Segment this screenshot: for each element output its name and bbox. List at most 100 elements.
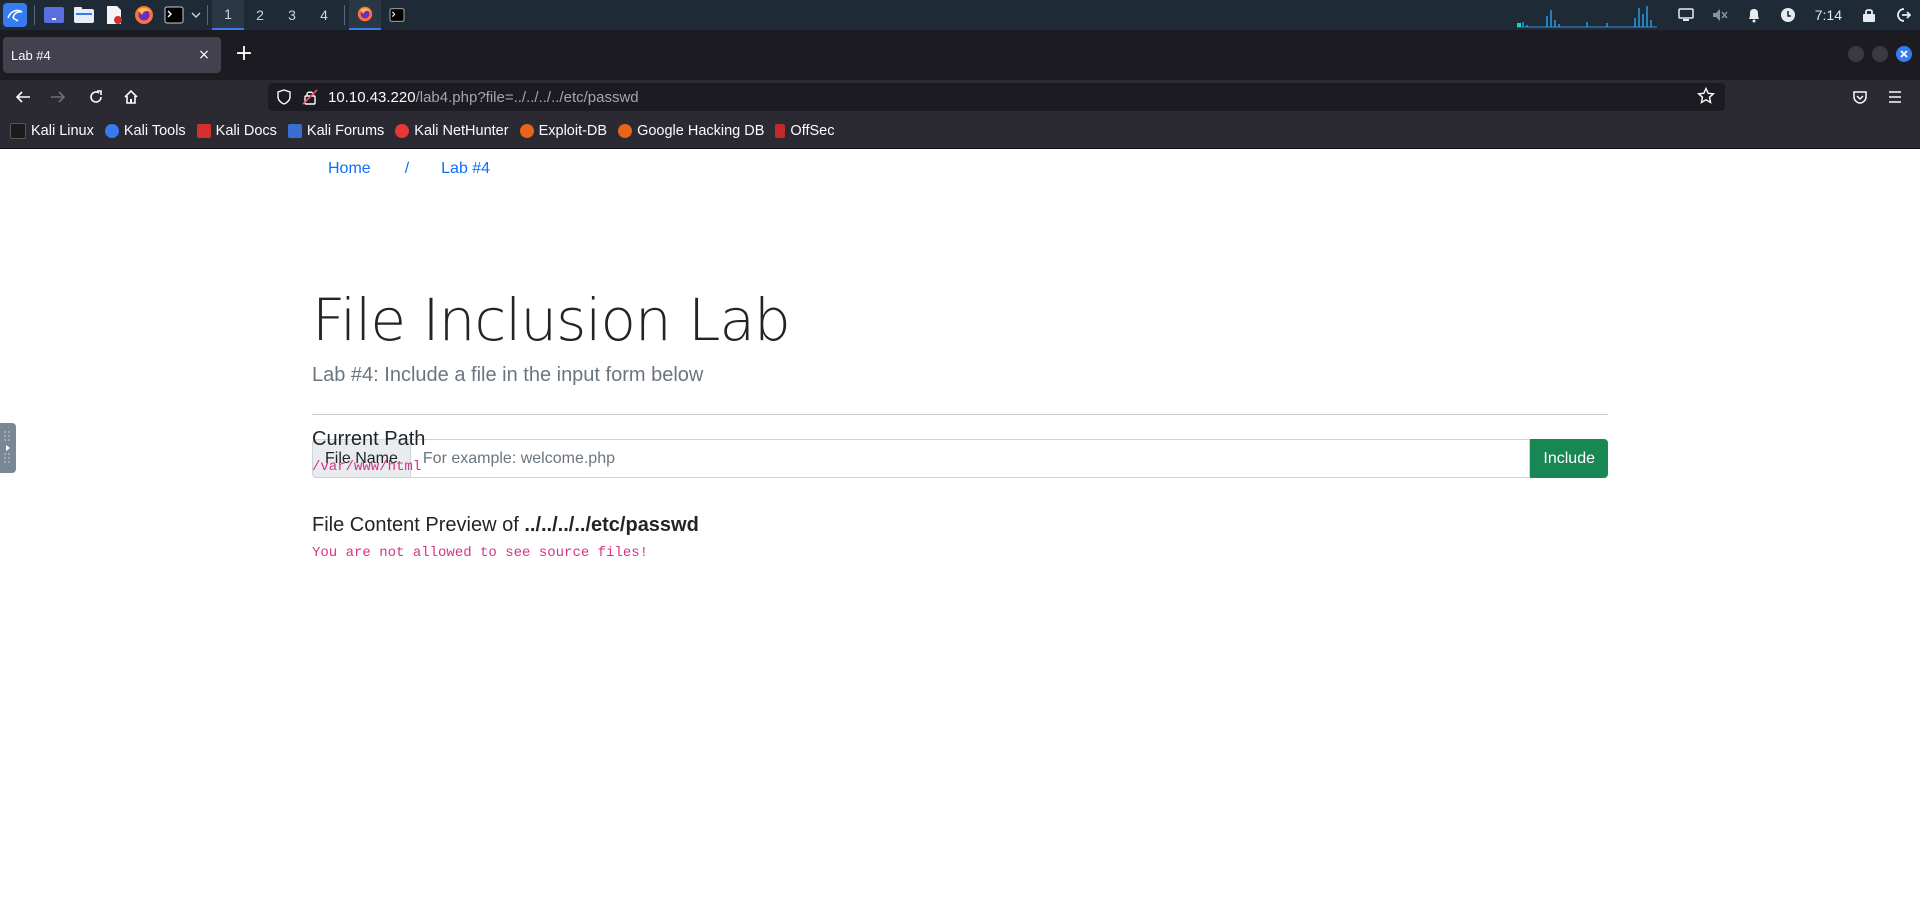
file-name-input[interactable] [409, 439, 1531, 478]
taskbar-separator [34, 5, 35, 25]
breadcrumb-home-link[interactable]: Home [328, 160, 371, 178]
breadcrumb: Home / Lab #4 [328, 160, 490, 178]
clock[interactable]: 7:14 [1805, 7, 1852, 23]
display-tray-button[interactable] [1669, 0, 1703, 30]
firefox-launcher[interactable] [129, 0, 159, 30]
volume-tray-button[interactable] [1703, 0, 1737, 30]
offsec-icon [775, 124, 786, 138]
file-preview-heading-prefix: File Content Preview of [312, 514, 525, 536]
insecure-lock-icon[interactable] [302, 89, 318, 105]
bookmark-offsec[interactable]: OffSec [775, 123, 834, 139]
arrow-left-icon [15, 91, 30, 103]
reload-button[interactable] [84, 85, 108, 109]
app-menu-button[interactable] [1883, 85, 1907, 109]
workspace-1[interactable]: 1 [212, 0, 244, 30]
include-button[interactable]: Include [1530, 439, 1608, 478]
new-tab-button[interactable]: + [232, 43, 256, 67]
hamburger-menu-icon [1889, 91, 1901, 103]
bookmark-kali-nethunter[interactable]: Kali NetHunter [395, 123, 509, 139]
breadcrumb-separator: / [404, 160, 410, 177]
page-title: File Inclusion Lab [312, 286, 791, 354]
kali-nethunter-icon [395, 124, 410, 138]
file-include-form: File Name Include [312, 439, 1608, 478]
tab-close-icon[interactable]: × [195, 47, 213, 63]
taskbar-separator [344, 5, 345, 25]
current-path-heading: Current Path [312, 428, 426, 450]
bookmark-google-hacking-db[interactable]: Google Hacking DB [618, 123, 764, 139]
workspace-4[interactable]: 4 [308, 0, 340, 30]
text-editor-icon [107, 6, 122, 24]
notifications-tray-button[interactable] [1737, 0, 1771, 30]
folder-icon [74, 7, 94, 23]
firefox-icon [135, 6, 153, 24]
bookmark-kali-linux[interactable]: Kali Linux [10, 123, 94, 139]
close-icon [1900, 50, 1908, 58]
close-window-button[interactable] [1896, 46, 1912, 62]
maximize-button[interactable] [1872, 46, 1888, 62]
file-manager-launcher[interactable] [69, 0, 99, 30]
exploit-db-icon [519, 124, 534, 138]
lock-screen-button[interactable] [1852, 0, 1886, 30]
terminal-launcher-dropdown[interactable] [189, 11, 203, 19]
url-path: /lab4.php?file=../../../../etc/passwd [415, 88, 639, 106]
kali-menu-button[interactable] [0, 0, 30, 30]
terminal-icon [164, 6, 184, 24]
bookmark-label: OffSec [790, 123, 835, 139]
bookmark-label: Kali Tools [123, 123, 186, 139]
browser-tab-bar: Lab #4 × + [0, 30, 1920, 80]
web-page: Home / Lab #4 File Inclusion Lab Lab #4:… [0, 150, 1920, 921]
bookmark-kali-docs[interactable]: Kali Docs [196, 123, 277, 139]
kali-linux-icon [10, 123, 26, 139]
taskbar: 1 2 3 4 7:14 [0, 0, 1920, 30]
google-hacking-db-icon [618, 124, 633, 138]
browser-nav-bar: 10.10.43.220/lab4.php?file=../../../../e… [0, 80, 1920, 114]
kali-forums-icon [287, 124, 302, 138]
workspace-3[interactable]: 3 [276, 0, 308, 30]
url-host: 10.10.43.220 [328, 88, 416, 106]
side-panel-handle[interactable] [0, 423, 16, 473]
current-path-value: /var/www/html [312, 459, 422, 475]
terminal-icon [389, 8, 405, 22]
bell-icon [1748, 9, 1759, 23]
desktop-icon [44, 7, 64, 23]
task-terminal-window[interactable] [381, 0, 413, 30]
task-firefox-window[interactable] [349, 0, 381, 30]
file-preview-message: You are not allowed to see source files! [312, 545, 649, 561]
breadcrumb-current-link[interactable]: Lab #4 [441, 160, 490, 178]
tab-title: Lab #4 [11, 47, 51, 63]
shield-icon[interactable] [276, 89, 292, 105]
home-button[interactable] [119, 85, 143, 109]
minimize-button[interactable] [1848, 46, 1864, 62]
bookmark-exploit-db[interactable]: Exploit-DB [519, 123, 607, 139]
kali-tools-icon [104, 124, 119, 138]
workspace-2[interactable]: 2 [244, 0, 276, 30]
bookmark-label: Kali NetHunter [414, 123, 509, 139]
reload-icon [90, 90, 102, 103]
terminal-launcher[interactable] [159, 0, 189, 30]
logout-icon [1897, 8, 1911, 22]
chevron-down-icon [191, 12, 201, 18]
bookmark-kali-tools[interactable]: Kali Tools [104, 123, 186, 139]
taskbar-separator [207, 5, 208, 25]
forward-button[interactable] [46, 85, 70, 109]
divider [312, 414, 1608, 415]
update-tray-button[interactable] [1771, 0, 1805, 30]
back-button[interactable] [11, 85, 35, 109]
logout-button[interactable] [1886, 0, 1920, 30]
bookmark-label: Kali Forums [306, 123, 385, 139]
pocket-button[interactable] [1848, 85, 1872, 109]
file-preview-heading: File Content Preview of ../../../../etc/… [312, 514, 699, 537]
file-preview-filename: ../../../../etc/passwd [524, 514, 699, 536]
update-icon [1780, 8, 1795, 22]
url-bar[interactable]: 10.10.43.220/lab4.php?file=../../../../e… [268, 83, 1725, 111]
home-icon [124, 89, 138, 104]
lock-icon [1863, 9, 1875, 22]
bookmark-star-icon[interactable] [1697, 87, 1715, 105]
bookmark-label: Kali Docs [215, 123, 277, 139]
desktop-launcher[interactable] [39, 0, 69, 30]
bookmark-kali-forums[interactable]: Kali Forums [287, 123, 385, 139]
text-editor-launcher[interactable] [99, 0, 129, 30]
browser-tab-active[interactable]: Lab #4 × [3, 37, 221, 73]
pocket-icon [1853, 91, 1867, 104]
grip-icon [4, 431, 10, 465]
